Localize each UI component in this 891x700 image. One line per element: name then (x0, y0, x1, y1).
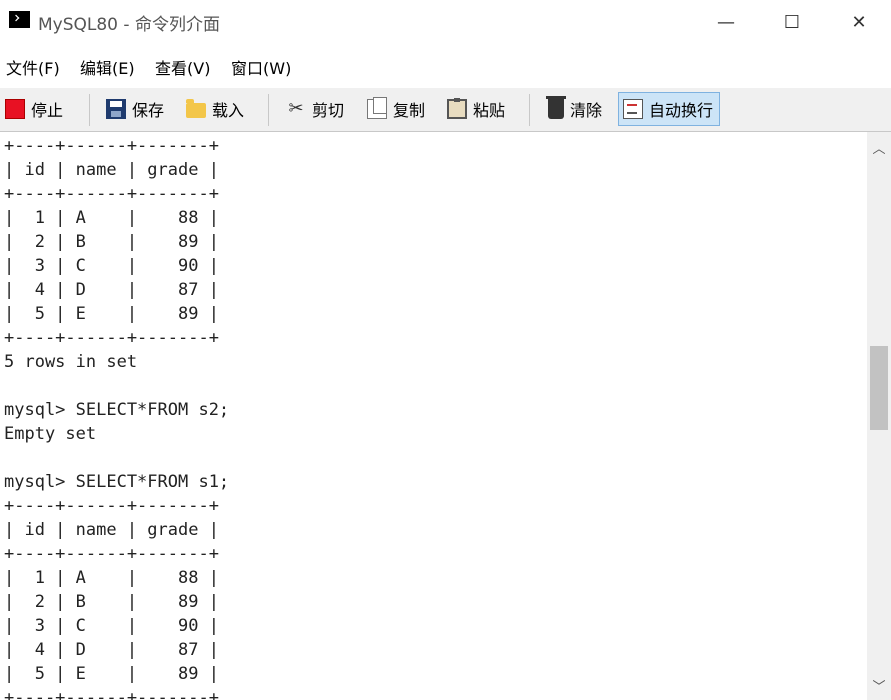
console-line: | 2 | B | 89 | (4, 592, 219, 612)
menu-window[interactable]: 窗口(W) (231, 55, 291, 79)
console-line: +----+------+-------+ (4, 328, 219, 348)
autowrap-toggle[interactable]: 自动换行 (618, 92, 721, 126)
console-line: | 5 | E | 89 | (4, 304, 219, 324)
trash-can-icon (546, 96, 566, 119)
clipboard-icon (447, 98, 467, 119)
paste-button[interactable]: 粘贴 (447, 92, 505, 126)
menu-file[interactable]: 文件(F) (6, 55, 60, 79)
load-label: 载入 (212, 101, 245, 120)
copy-label: 复制 (393, 101, 426, 120)
stop-button[interactable]: 停止 (5, 92, 63, 126)
console-text: +----+------+-------+ | id | name | grad… (4, 134, 229, 700)
console-line: | 2 | B | 89 | (4, 232, 219, 252)
load-button[interactable]: 载入 (186, 92, 244, 126)
copy-icon (367, 97, 387, 119)
scroll-thumb[interactable] (870, 346, 888, 430)
console-line: +----+------+-------+ (4, 496, 219, 516)
paste-label: 粘贴 (473, 101, 506, 120)
console-line: | 1 | A | 88 | (4, 568, 219, 588)
scroll-down-arrow-icon[interactable]: ﹀ (867, 670, 891, 700)
vertical-scrollbar[interactable]: ︿ ﹀ (867, 132, 891, 700)
console-line: Empty set (4, 424, 97, 444)
toolbar-separator (268, 94, 269, 126)
cut-label: 剪切 (312, 101, 345, 120)
word-wrap-icon (623, 99, 643, 119)
menu-edit[interactable]: 编辑(E) (80, 55, 135, 79)
clear-button[interactable]: 清除 (546, 92, 603, 126)
stop-icon (5, 99, 25, 119)
console-line: mysql> SELECT*FROM s1; (4, 472, 230, 492)
floppy-disk-icon (106, 99, 126, 119)
console-line: +----+------+-------+ (4, 184, 219, 204)
console-line: +----+------+-------+ (4, 688, 219, 700)
console-line: | id | name | grade | (4, 520, 219, 540)
console-line: | 3 | C | 90 | (4, 616, 219, 636)
console-output[interactable]: +----+------+-------+ | id | name | grad… (0, 132, 867, 700)
stop-label: 停止 (31, 101, 64, 120)
close-button[interactable]: ✕ (836, 0, 882, 44)
console-line: | 4 | D | 87 | (4, 640, 219, 660)
window-title: MySQL80 - 命令列介面 (38, 15, 220, 35)
console-line: mysql> SELECT*FROM s2; (4, 400, 230, 420)
console-line: | 4 | D | 87 | (4, 280, 219, 300)
toolbar-separator (89, 94, 90, 126)
toolbar: 停止 保存 载入 ✂ 剪切 复制 粘贴 清除 自动换行 (0, 88, 891, 132)
console-line: | 1 | A | 88 | (4, 208, 219, 228)
minimize-button[interactable]: — (703, 0, 749, 44)
maximize-button[interactable]: ☐ (769, 0, 815, 44)
console-line: | id | name | grade | (4, 160, 219, 180)
console-app-icon (9, 11, 30, 28)
scissors-icon: ✂ (288, 98, 304, 119)
console-line: | 3 | C | 90 | (4, 256, 219, 276)
toolbar-separator (529, 94, 530, 126)
scroll-up-arrow-icon[interactable]: ︿ (867, 132, 891, 162)
folder-open-icon (186, 99, 206, 118)
title-bar: MySQL80 - 命令列介面 — ☐ ✕ (0, 0, 891, 44)
console-line: +----+------+-------+ (4, 136, 219, 156)
copy-button[interactable]: 复制 (367, 92, 425, 126)
console-line: | 5 | E | 89 | (4, 664, 219, 684)
save-button[interactable]: 保存 (106, 92, 164, 126)
autowrap-label: 自动换行 (649, 101, 714, 120)
clear-label: 清除 (570, 101, 603, 120)
console-line: 5 rows in set (4, 352, 138, 372)
console-line: +----+------+-------+ (4, 544, 219, 564)
menu-view[interactable]: 查看(V) (155, 55, 210, 79)
save-label: 保存 (132, 101, 165, 120)
cut-button[interactable]: ✂ 剪切 (286, 92, 344, 126)
menu-bar: 文件(F) 编辑(E) 查看(V) 窗口(W) (0, 44, 891, 89)
